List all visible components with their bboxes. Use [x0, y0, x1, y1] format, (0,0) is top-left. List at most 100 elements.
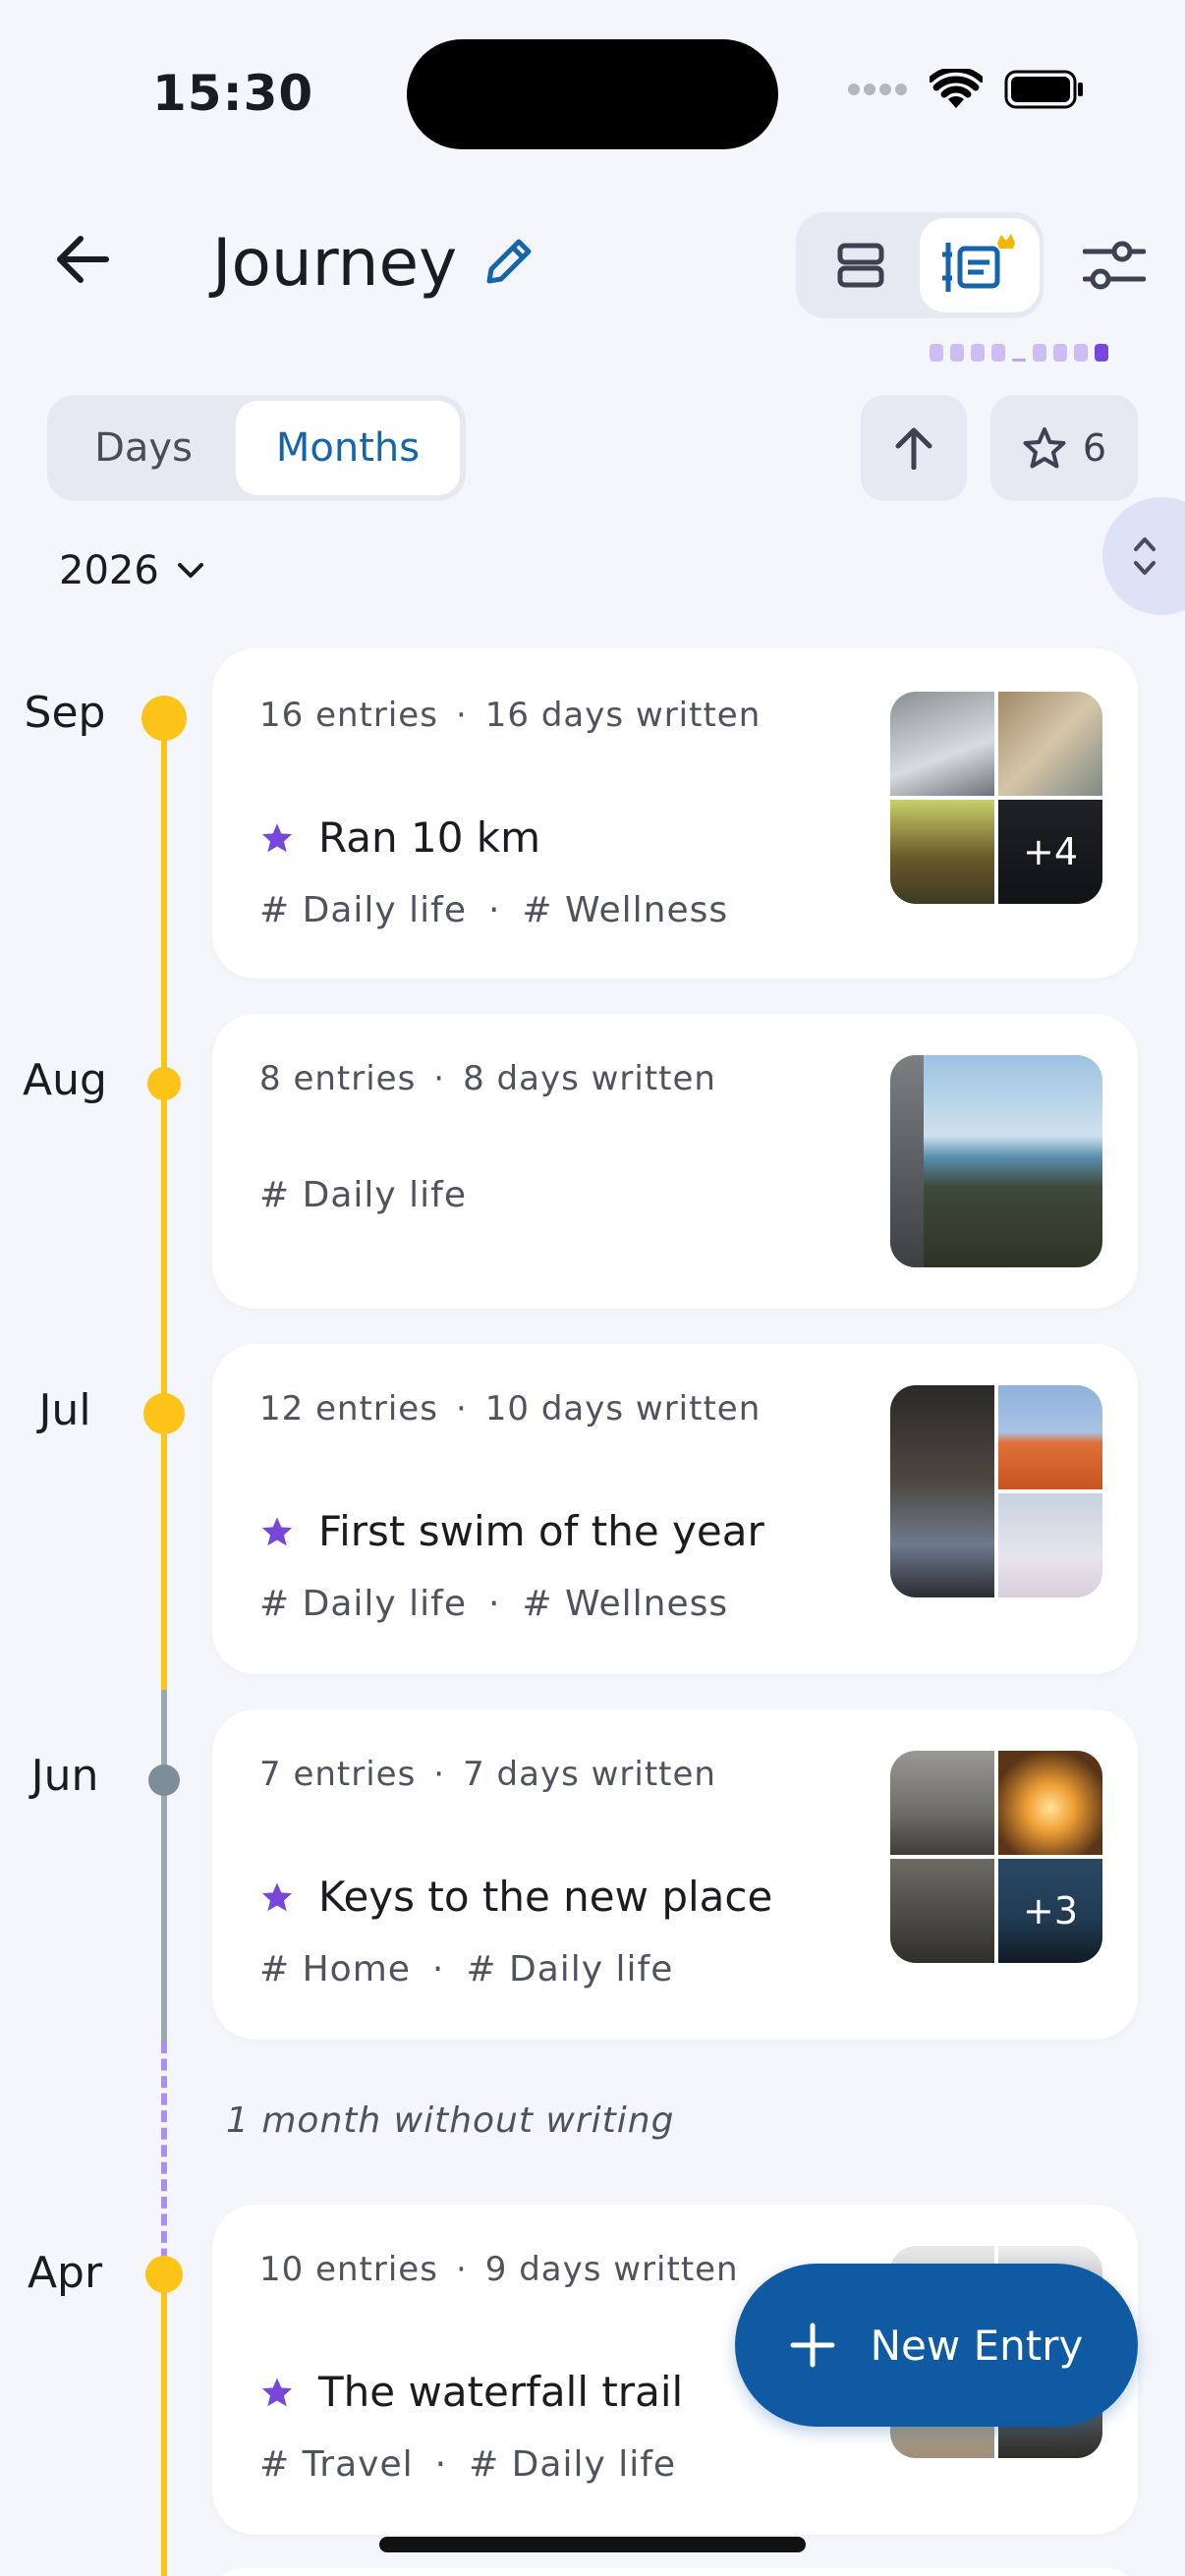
days-written: 7 days written	[463, 1755, 716, 1794]
month-card-sep[interactable]: 16 entries · 16 days written Ran 10 km # D…	[212, 648, 1138, 979]
photo-grid[interactable]	[890, 1055, 1102, 1267]
entries-count: 8 entries	[259, 1059, 417, 1098]
month-card-jul[interactable]: 12 entries · 10 days written First swim of…	[212, 1344, 1138, 1674]
scroll-handle[interactable]	[1102, 497, 1185, 615]
star-filled-icon	[261, 2377, 293, 2406]
card-tags: # Daily life · # Wellness	[259, 890, 729, 930]
more-photos-count: +3	[998, 1859, 1102, 1963]
card-meta: 7 entries · 7 days written	[259, 1755, 716, 1794]
tag[interactable]: # Daily life	[259, 1584, 467, 1624]
card-highlight: Keys to the new place	[259, 1873, 772, 1921]
days-written: 16 days written	[484, 696, 762, 735]
tag[interactable]: # Daily life	[259, 890, 467, 930]
photo-thumbnail	[998, 1385, 1102, 1489]
card-highlight: Ran 10 km	[259, 813, 540, 862]
month-label: Aug	[23, 1055, 107, 1105]
list-view-button[interactable]	[806, 222, 916, 308]
card-meta: 10 entries · 9 days written	[259, 2250, 739, 2289]
page-title: Journey	[212, 225, 458, 301]
entries-count: 10 entries	[259, 2250, 438, 2289]
back-button[interactable]	[47, 224, 118, 295]
sliders-icon	[1083, 241, 1146, 290]
days-written: 9 days written	[484, 2250, 739, 2289]
photo-grid[interactable]: +4	[890, 692, 1102, 904]
battery-icon	[1004, 70, 1083, 109]
streak-indicator	[930, 344, 1108, 362]
tag[interactable]: # Daily life	[469, 2444, 676, 2485]
expand-vertical-icon	[1134, 537, 1156, 575]
timeline-line	[161, 2277, 167, 2576]
card-meta: 8 entries · 8 days written	[259, 1059, 716, 1098]
timeline-view-icon	[942, 234, 1015, 292]
card-tags: # Home · # Daily life	[259, 1949, 674, 1989]
entries-count: 12 entries	[259, 1389, 438, 1428]
photo-thumbnail	[998, 692, 1102, 796]
timeline-dot	[145, 2256, 183, 2293]
timeline-dot	[143, 1393, 185, 1434]
pencil-icon	[486, 239, 532, 284]
tag[interactable]: # Home	[259, 1949, 411, 1989]
month-card-aug[interactable]: 8 entries · 8 days written # Daily life	[212, 1014, 1138, 1309]
month-label: Jun	[30, 1751, 99, 1801]
card-highlight: The waterfall trail	[259, 2368, 683, 2416]
tag[interactable]: # Daily life	[259, 1175, 467, 1215]
favorites-count: 6	[1082, 426, 1107, 470]
plus-icon	[790, 2323, 835, 2368]
favorites-filter-button[interactable]: 6	[990, 395, 1138, 501]
photo-thumbnail	[890, 1859, 994, 1963]
photo-grid[interactable]	[890, 1385, 1102, 1597]
photo-thumbnail	[890, 1751, 994, 1855]
signal-icon	[848, 84, 907, 95]
days-written: 8 days written	[463, 1059, 716, 1098]
entries-count: 16 entries	[259, 696, 438, 735]
card-tags: # Daily life	[259, 1175, 467, 1215]
timeline-view-button[interactable]	[920, 218, 1040, 312]
wifi-icon	[930, 69, 983, 108]
tab-months[interactable]: Months	[236, 401, 460, 495]
dynamic-island	[407, 39, 778, 149]
new-entry-button[interactable]: New Entry	[735, 2264, 1138, 2427]
photo-thumbnail	[998, 1493, 1102, 1597]
month-card-jun[interactable]: 7 entries · 7 days written Keys to the new…	[212, 1709, 1138, 2040]
status-icons	[847, 69, 1085, 110]
sort-order-button[interactable]	[861, 395, 967, 501]
arrow-left-icon	[57, 236, 109, 283]
month-card-next[interactable]	[212, 2568, 1138, 2576]
timeline-line	[161, 1690, 167, 2042]
timeline-dot	[141, 696, 187, 741]
card-meta: 16 entries · 16 days written	[259, 696, 762, 735]
filter-button[interactable]	[1075, 226, 1154, 305]
chevron-down-icon	[177, 563, 203, 578]
card-tags: # Daily life · # Wellness	[259, 1584, 729, 1624]
card-meta: 12 entries · 10 days written	[259, 1389, 762, 1428]
highlight-title: Keys to the new place	[318, 1873, 773, 1921]
more-photos-count: +4	[998, 800, 1102, 904]
star-filled-icon	[261, 1881, 293, 1911]
tag[interactable]: # Wellness	[522, 1584, 728, 1624]
photo-thumbnail	[890, 692, 994, 796]
new-entry-label: New Entry	[870, 2321, 1084, 2370]
highlight-title: The waterfall trail	[318, 2368, 684, 2416]
photo-grid[interactable]: +3	[890, 1751, 1102, 1963]
timeline-dot	[148, 1764, 180, 1796]
highlight-title: First swim of the year	[318, 1507, 764, 1555]
month-label: Jul	[38, 1385, 91, 1435]
star-filled-icon	[261, 822, 293, 852]
tag[interactable]: # Travel	[259, 2444, 414, 2485]
photo-thumbnail	[890, 1385, 994, 1597]
gap-note: 1 month without writing	[226, 2100, 675, 2141]
edit-title-button[interactable]	[481, 234, 546, 299]
year-dropdown[interactable]: 2026	[59, 548, 204, 593]
tab-days[interactable]: Days	[57, 405, 230, 491]
list-view-icon	[837, 243, 884, 288]
month-label: Apr	[27, 2248, 103, 2298]
tag[interactable]: # Wellness	[522, 890, 728, 930]
days-written: 10 days written	[484, 1389, 762, 1428]
tag[interactable]: # Daily life	[466, 1949, 673, 1989]
month-label: Sep	[24, 688, 106, 738]
arrow-up-icon	[895, 427, 932, 470]
entries-count: 7 entries	[259, 1755, 417, 1794]
star-filled-icon	[261, 1516, 293, 1545]
card-highlight: First swim of the year	[259, 1507, 764, 1555]
highlight-title: Ran 10 km	[318, 813, 540, 862]
